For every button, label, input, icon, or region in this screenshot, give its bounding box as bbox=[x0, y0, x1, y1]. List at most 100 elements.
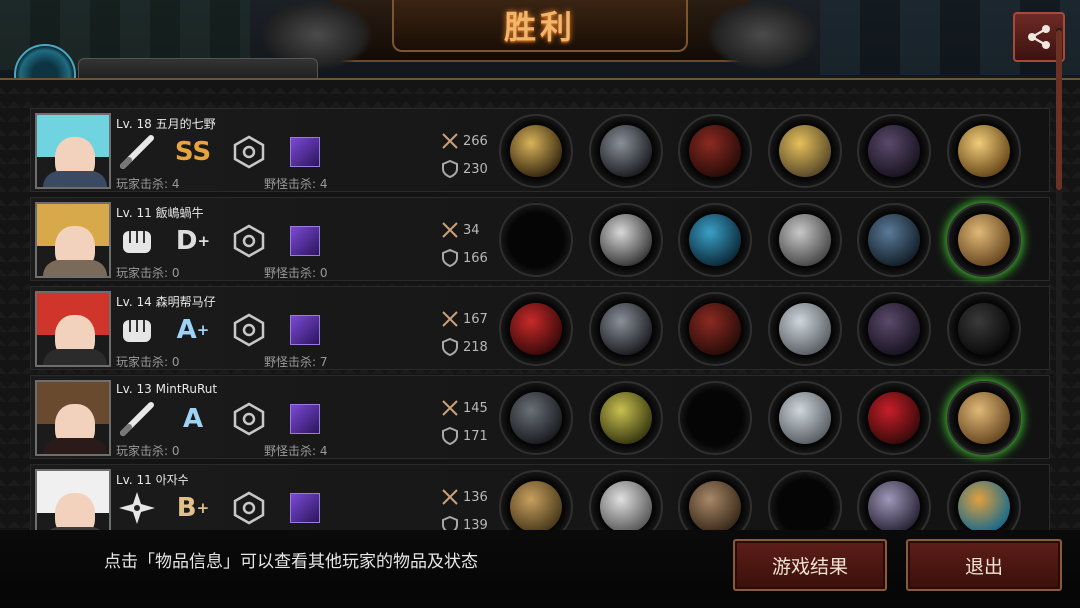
player-row-3[interactable]: Lv. 14 森明帮马仔 A + 玩家击杀: 0 野怪击杀: 7 167 218 bbox=[30, 286, 1050, 370]
bronze-shield-icon bbox=[510, 481, 562, 533]
equipment-slot-3[interactable] bbox=[678, 114, 752, 188]
attack-value: 34 bbox=[463, 222, 480, 238]
equipment-slot-4[interactable] bbox=[767, 203, 842, 277]
player-build-icons: D + bbox=[116, 222, 340, 260]
leather-armor-icon bbox=[689, 125, 741, 177]
equipment-slot-6[interactable] bbox=[946, 292, 1021, 366]
equipment-slot-5[interactable] bbox=[857, 114, 931, 188]
player-build-icons: B + bbox=[116, 489, 340, 527]
equipment-slot-1[interactable] bbox=[499, 381, 573, 455]
player-row-2[interactable]: Lv. 11 飯嶋蝸牛 D + 玩家击杀: 0 野怪击杀: 0 34 166 bbox=[30, 197, 1050, 281]
equipment-slots bbox=[499, 292, 1036, 366]
equipment-slot-3[interactable] bbox=[678, 203, 752, 277]
silver-band-icon bbox=[599, 481, 652, 533]
game-result-button[interactable]: 游戏结果 bbox=[733, 539, 887, 591]
equipment-slot-1[interactable] bbox=[499, 292, 573, 366]
player-level: Lv. 13 bbox=[116, 382, 152, 396]
defense-value: 218 bbox=[463, 339, 488, 355]
right-wing-emblem bbox=[708, 0, 818, 70]
player-name: 아자수 bbox=[155, 473, 189, 487]
bat-icon bbox=[116, 134, 158, 170]
equipment-slots bbox=[499, 114, 1036, 188]
attack-value: 266 bbox=[463, 133, 488, 149]
weapon-grade: A bbox=[172, 401, 214, 437]
red-mask-icon bbox=[510, 303, 562, 355]
equipment-slot-3[interactable] bbox=[678, 381, 752, 455]
monster-kills: 野怪击杀: 7 bbox=[264, 355, 328, 369]
avatar-outfit bbox=[43, 349, 107, 365]
knight-helmet-icon bbox=[599, 303, 652, 355]
equipment-slot-6[interactable] bbox=[946, 114, 1021, 188]
player-kills: 玩家击杀: 0 bbox=[116, 266, 180, 280]
scrollbar-thumb[interactable] bbox=[1056, 30, 1062, 190]
player-avatar[interactable] bbox=[35, 202, 111, 278]
golden-mirror-icon bbox=[957, 125, 1010, 177]
shuriken-icon bbox=[116, 490, 158, 526]
player-name: MintRuRut bbox=[155, 382, 218, 396]
gauntlet-icon bbox=[868, 125, 920, 177]
defense-stat: 230 bbox=[441, 157, 501, 181]
player-list: Lv. 18 五月的七野 SS 玩家击杀: 4 野怪击杀: 4 266 230 … bbox=[30, 108, 1050, 553]
results-panel: Lv. 18 五月的七野 SS 玩家击杀: 4 野怪击杀: 4 266 230 … bbox=[0, 78, 1080, 548]
player-avatar[interactable] bbox=[35, 113, 111, 189]
player-level-name: Lv. 11 아자수 bbox=[116, 471, 189, 488]
metal-disc-icon bbox=[778, 214, 831, 266]
victory-banner: 胜利 bbox=[392, 0, 688, 52]
blue-boots-icon bbox=[868, 214, 920, 266]
equipment-slot-2[interactable] bbox=[588, 114, 663, 188]
scope-icon bbox=[957, 303, 1010, 355]
bat-icon bbox=[116, 401, 158, 437]
equipment-slot-6[interactable] bbox=[946, 381, 1021, 455]
victory-title: 胜利 bbox=[503, 8, 576, 46]
equipment-slot-1[interactable] bbox=[499, 203, 573, 277]
shield-icon bbox=[778, 125, 831, 177]
spiked-bracer-icon bbox=[778, 303, 831, 355]
dark-hat-icon bbox=[510, 392, 562, 444]
player-build-icons: A + bbox=[116, 311, 340, 349]
supply-box-icon bbox=[957, 214, 1010, 266]
equipment-slot-2[interactable] bbox=[588, 203, 663, 277]
exit-button[interactable]: 退出 bbox=[906, 539, 1062, 591]
player-name: 森明帮马仔 bbox=[155, 295, 216, 309]
trait-emblem-icon bbox=[228, 312, 270, 348]
item-info-hint: 点击「物品信息」可以查看其他玩家的物品及状态 bbox=[104, 552, 478, 572]
grade-plus: + bbox=[197, 232, 211, 250]
equipment-slot-5[interactable] bbox=[857, 381, 931, 455]
attack-stat: 145 bbox=[441, 396, 501, 420]
crossed-swords-icon bbox=[442, 400, 458, 416]
trait-emblem-icon bbox=[228, 401, 270, 437]
defense-stat: 218 bbox=[441, 335, 501, 359]
player-name: 飯嶋蝸牛 bbox=[155, 206, 204, 220]
player-stats: 145 171 bbox=[441, 396, 501, 448]
grade-letter: D bbox=[175, 226, 198, 256]
equipment-slot-2[interactable] bbox=[588, 292, 663, 366]
equipment-slot-4[interactable] bbox=[767, 292, 842, 366]
defense-stat: 166 bbox=[441, 246, 501, 270]
equipment-slot-5[interactable] bbox=[857, 203, 931, 277]
fist-icon bbox=[116, 223, 158, 259]
equipment-slot-2[interactable] bbox=[588, 381, 663, 455]
equipment-slot-3[interactable] bbox=[678, 292, 752, 366]
equipment-slot-4[interactable] bbox=[767, 381, 842, 455]
shield-stat-icon bbox=[442, 249, 458, 267]
equipment-slot-4[interactable] bbox=[767, 114, 842, 188]
monster-kills: 野怪击杀: 4 bbox=[264, 444, 328, 458]
player-level: Lv. 11 bbox=[116, 206, 152, 220]
grade-plus: + bbox=[196, 499, 210, 517]
player-level-name: Lv. 18 五月的七野 bbox=[116, 115, 216, 132]
equipment-slot-5[interactable] bbox=[857, 292, 931, 366]
defense-stat: 171 bbox=[441, 424, 501, 448]
trait-emblem-icon bbox=[228, 223, 270, 259]
player-avatar[interactable] bbox=[35, 291, 111, 367]
equipment-slot-6[interactable] bbox=[946, 203, 1021, 277]
equipment-slot-1[interactable] bbox=[499, 114, 573, 188]
purple-boots-icon bbox=[868, 481, 920, 533]
attack-stat: 34 bbox=[441, 218, 501, 242]
avatar-outfit bbox=[43, 438, 107, 454]
special-skill-icon bbox=[284, 401, 326, 437]
monster-kills: 野怪击杀: 4 bbox=[264, 177, 328, 191]
player-avatar[interactable] bbox=[35, 380, 111, 456]
player-row-1[interactable]: Lv. 18 五月的七野 SS 玩家击杀: 4 野怪击杀: 4 266 230 bbox=[30, 108, 1050, 192]
supply-box-icon bbox=[957, 392, 1010, 444]
player-row-4[interactable]: Lv. 13 MintRuRut A 玩家击杀: 0 野怪击杀: 4 145 1… bbox=[30, 375, 1050, 459]
